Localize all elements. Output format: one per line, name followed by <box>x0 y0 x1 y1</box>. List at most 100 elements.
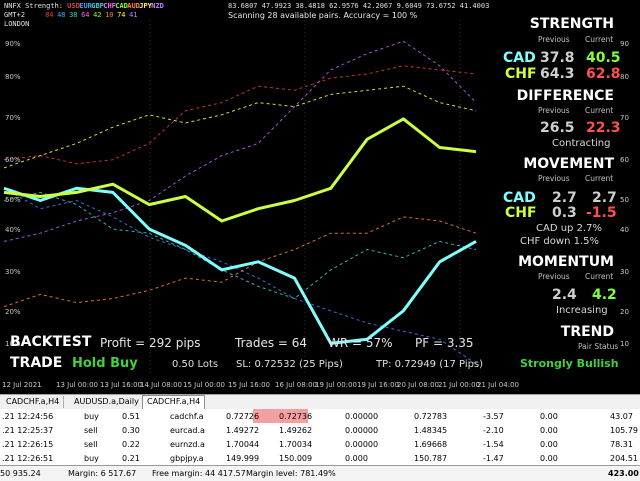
order-time: .21 12:26:15 <box>2 440 54 449</box>
order-symbol: eurcad.a <box>170 426 205 435</box>
currency-value-jpy: 74 <box>117 11 126 19</box>
trade-tp: TP: 0.72949 (17 Pips) <box>376 359 484 370</box>
currency-value-cad: 42 <box>93 11 102 19</box>
order-price: 0.72726 <box>226 412 260 421</box>
order-price: 1.70044 <box>226 440 260 449</box>
difference-current-label: Current <box>585 106 614 115</box>
order-time: .21 12:24:56 <box>2 412 54 421</box>
order-current-price: 1.49262 <box>279 426 313 435</box>
pair2-label: CHF <box>505 66 537 82</box>
order-volume: 0.22 <box>122 440 140 449</box>
difference-title: DIFFERENCE <box>516 88 614 104</box>
tab-audusd-daily[interactable]: AUDUSD.a,Daily <box>70 396 144 408</box>
balance-value: 50 935.24 <box>0 469 41 478</box>
currency-label-aud: AUD <box>127 2 140 10</box>
currency-label-eur: EUR <box>79 2 92 10</box>
order-tp: 1.69668 <box>414 440 448 449</box>
movement-title: MOVEMENT <box>523 156 614 172</box>
strength-current-label: Current <box>585 35 614 44</box>
momentum-previous-label: Previous <box>538 272 570 281</box>
chart-tabs: CADCHF.a,H4 AUDUSD.a,Daily CADCHF.a,H4 <box>0 394 640 410</box>
order-sl: 0.00000 <box>345 440 379 449</box>
order-commission: 0.00 <box>540 426 558 435</box>
difference-state: Contracting <box>552 138 611 149</box>
order-time: .21 12:26:51 <box>2 454 54 463</box>
strength-prev-1: 37.8 <box>540 50 575 66</box>
currency-value-eur: 48 <box>57 11 66 19</box>
order-swap: -1.54 <box>483 440 504 449</box>
series-line-jpy <box>3 85 477 169</box>
currency-label-jpy: JPY <box>139 2 152 10</box>
series-line-chf <box>3 117 477 223</box>
strength-cur-1: 40.5 <box>586 50 621 66</box>
backtest-label: BACKTEST <box>10 334 92 350</box>
trade-action: Hold Buy <box>72 356 138 371</box>
session-label: LONDON <box>4 20 30 28</box>
currency-value-gbp: 38 <box>69 11 78 19</box>
trend-state: Strongly Bullish <box>520 357 619 370</box>
x-tick: 19 Jul 00:00 <box>315 381 357 389</box>
order-profit: 204.51 <box>610 454 638 463</box>
order-volume: 0.21 <box>122 454 140 463</box>
order-profit: 78.31 <box>610 440 633 449</box>
series-line-usd <box>3 65 477 165</box>
backtest-wr: WR = 57% <box>328 336 393 350</box>
order-swap: -2.10 <box>483 426 504 435</box>
y-tick-right: 60 <box>620 156 629 164</box>
backtest-profit: Profit = 292 pips <box>100 336 201 350</box>
difference-previous-label: Previous <box>538 106 570 115</box>
order-commission: 0.00 <box>540 412 558 421</box>
movement-prev-2: 0.3 <box>552 205 577 221</box>
movement-pair2-label: CHF <box>505 205 537 221</box>
indicator-header: NNFX Strength: USDEURGBPCHFCADAUDJPYNZD … <box>4 2 164 29</box>
order-commission: 0.00 <box>540 454 558 463</box>
y-tick-left: 40% <box>5 226 21 234</box>
order-type: buy <box>84 454 99 463</box>
chart-area[interactable]: NNFX Strength: USDEURGBPCHFCADAUDJPYNZD … <box>0 0 640 392</box>
trend-sub: Pair Status <box>578 342 619 351</box>
currency-labels: USDEURGBPCHFCADAUDJPYNZD <box>67 2 164 10</box>
order-sl: 0.000 <box>345 454 368 463</box>
movement-previous-label: Previous <box>538 174 570 183</box>
trade-sl: SL: 0.72532 (25 Pips) <box>236 359 343 370</box>
order-current-price: 150.009 <box>279 454 313 463</box>
trend-title: TREND <box>560 324 614 340</box>
total-profit: 423.00 <box>608 469 639 478</box>
momentum-prev: 2.4 <box>552 287 577 303</box>
momentum-cur: 4.2 <box>592 287 617 303</box>
movement-cur-1: 2.7 <box>592 190 617 206</box>
y-tick-left: 70% <box>5 114 21 122</box>
y-tick-left: 30% <box>5 268 21 276</box>
currency-value-aud: 10 <box>105 11 114 19</box>
x-tick: 13 Jul 16:00 <box>100 381 142 389</box>
tab-cadchf-h4-active[interactable]: CADCHF.a,H4 <box>142 395 206 409</box>
y-tick-left: 20% <box>5 308 21 316</box>
order-sl: 0.00000 <box>345 412 379 421</box>
order-type: sell <box>84 426 98 435</box>
free-margin-value: Free margin: 44 417.57 <box>152 469 246 478</box>
momentum-state: Increasing <box>556 305 608 316</box>
series-line-cad <box>3 186 477 345</box>
order-price: 149.999 <box>226 454 260 463</box>
margin-level-value: Margin level: 781.49% <box>246 469 336 478</box>
series-line-gbp <box>3 191 477 300</box>
movement-cur-2: -1.5 <box>586 205 617 221</box>
order-swap: -1.47 <box>483 454 504 463</box>
order-type: sell <box>84 440 98 449</box>
y-tick-right: 30 <box>620 268 629 276</box>
currency-label-chf: CHF <box>103 2 116 10</box>
order-profit: 105.79 <box>610 426 638 435</box>
indicator-name: NNFX Strength: <box>4 2 64 10</box>
tab-cadchf-h4[interactable]: CADCHF.a,H4 <box>2 396 65 408</box>
movement-pair1-label: CAD <box>503 190 536 206</box>
order-symbol: eurnzd.a <box>170 440 205 449</box>
margin-value: Margin: 6 517.67 <box>68 469 137 478</box>
order-type: buy <box>84 412 99 421</box>
momentum-current-label: Current <box>585 272 614 281</box>
order-tp: 150.787 <box>414 454 448 463</box>
y-tick-right: 80 <box>620 73 629 81</box>
momentum-title: MOMENTUM <box>518 254 614 270</box>
y-tick-right: 50 <box>620 196 629 204</box>
scanning-status: Scanning 28 available pairs. Accuracy = … <box>228 11 418 20</box>
order-commission: 0.00 <box>540 440 558 449</box>
